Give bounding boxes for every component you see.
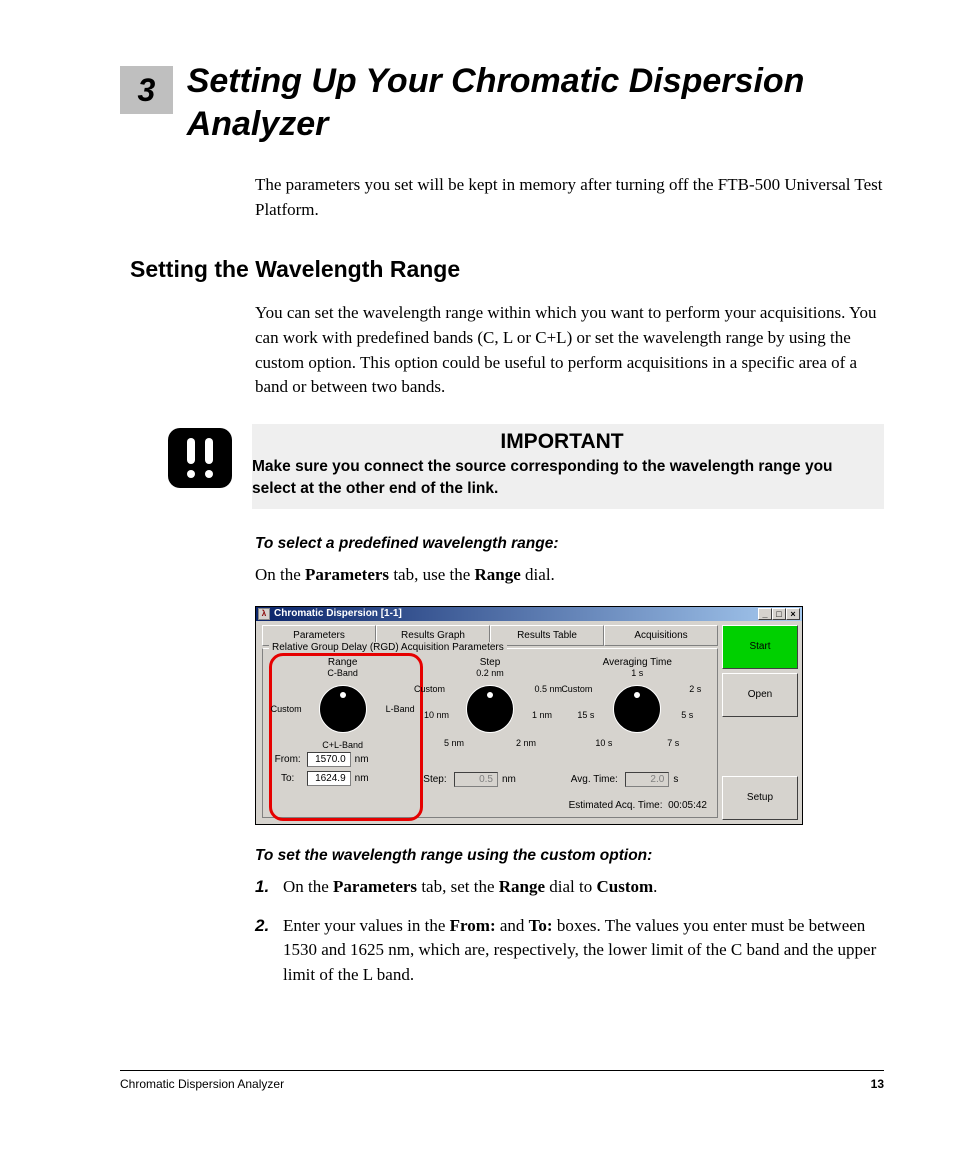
avg-tick-bl: 10 s — [595, 738, 612, 748]
from-unit: nm — [355, 754, 369, 765]
app-icon: λ — [258, 608, 270, 620]
section-heading: Setting the Wavelength Range — [130, 256, 884, 283]
open-button[interactable]: Open — [722, 673, 798, 717]
avg-title: Averaging Time — [567, 657, 707, 668]
range-title: Range — [273, 657, 413, 668]
step-dial[interactable] — [466, 685, 514, 733]
footer-page-number: 13 — [871, 1077, 884, 1091]
step-tick-tr: 0.5 nm — [534, 684, 562, 694]
estimated-time: Estimated Acq. Time: 00:05:42 — [569, 800, 707, 811]
important-heading: IMPORTANT — [252, 430, 872, 454]
important-text: Make sure you connect the source corresp… — [252, 456, 872, 499]
important-icon — [168, 428, 232, 488]
step-tick-left: 10 nm — [424, 710, 449, 720]
section-body: You can set the wavelength range within … — [255, 301, 884, 400]
avg-tick-top: 1 s — [631, 668, 643, 678]
rgd-groupbox: Relative Group Delay (RGD) Acquisition P… — [262, 648, 718, 818]
step-num-1: 1. — [255, 875, 283, 900]
important-callout: IMPORTANT Make sure you connect the sour… — [168, 424, 884, 509]
step-tick-right: 1 nm — [532, 710, 552, 720]
from-label: From: — [273, 754, 303, 765]
chapter-title: Setting Up Your Chromatic Dispersion Ana… — [187, 60, 884, 145]
groupbox-title: Relative Group Delay (RGD) Acquisition P… — [269, 642, 507, 653]
to-unit: nm — [355, 773, 369, 784]
step-label: Step: — [420, 774, 450, 785]
avg-tick-tl: Custom — [561, 684, 592, 694]
range-tick-left: Custom — [271, 704, 302, 714]
intro-paragraph: The parameters you set will be kept in m… — [255, 173, 884, 222]
step-unit: nm — [502, 774, 516, 785]
tab-results-table[interactable]: Results Table — [490, 625, 604, 646]
step-tick-br: 2 nm — [516, 738, 536, 748]
minimize-button[interactable]: _ — [758, 608, 772, 620]
maximize-button[interactable]: □ — [772, 608, 786, 620]
footer-product: Chromatic Dispersion Analyzer — [120, 1077, 284, 1091]
avg-dial[interactable] — [613, 685, 661, 733]
to-input[interactable]: 1624.9 — [307, 771, 351, 786]
chapter-number-box: 3 — [120, 66, 173, 114]
avg-tick-left: 15 s — [577, 710, 594, 720]
avg-unit: s — [673, 774, 678, 785]
step-tick-bl: 5 nm — [444, 738, 464, 748]
avg-label: Avg. Time: — [567, 774, 621, 785]
step-2: 2. Enter your values in the From: and To… — [255, 914, 884, 988]
range-tick-right: L-Band — [386, 704, 415, 714]
range-dial[interactable] — [319, 685, 367, 733]
avg-tick-tr: 2 s — [689, 684, 701, 694]
step-column: Step 0.2 nm Custom 0.5 nm 10 nm 1 nm 5 n… — [420, 657, 560, 787]
chapter-header: 3 Setting Up Your Chromatic Dispersion A… — [120, 60, 884, 145]
range-tick-bottom: C+L-Band — [322, 740, 363, 750]
avg-input[interactable]: 2.0 — [625, 772, 669, 787]
side-panel: Start Open Setup — [722, 623, 800, 822]
step-title: Step — [420, 657, 560, 668]
page-footer: Chromatic Dispersion Analyzer 13 — [120, 1070, 884, 1091]
step-num-2: 2. — [255, 914, 283, 988]
step-tick-tl: Custom — [414, 684, 445, 694]
avg-column: Averaging Time 1 s Custom 2 s 15 s 5 s 1… — [567, 657, 707, 787]
app-screenshot: λ Chromatic Dispersion [1-1] _ □ × Param… — [255, 606, 803, 825]
to-label: To: — [273, 773, 303, 784]
step-1: 1. On the Parameters tab, set the Range … — [255, 875, 884, 900]
procedure2-heading: To set the wavelength range using the cu… — [255, 847, 884, 865]
setup-button[interactable]: Setup — [722, 776, 798, 820]
step-tick-top: 0.2 nm — [476, 668, 504, 678]
avg-tick-br: 7 s — [667, 738, 679, 748]
range-tick-top: C-Band — [327, 668, 358, 678]
step-input[interactable]: 0.5 — [454, 772, 498, 787]
procedure1-line: On the Parameters tab, use the Range dia… — [255, 563, 884, 588]
procedure1-heading: To select a predefined wavelength range: — [255, 535, 884, 553]
window-titlebar: λ Chromatic Dispersion [1-1] _ □ × — [256, 607, 802, 621]
tab-acquisitions[interactable]: Acquisitions — [604, 625, 718, 646]
close-button[interactable]: × — [786, 608, 800, 620]
start-button[interactable]: Start — [722, 625, 798, 669]
avg-tick-right: 5 s — [681, 710, 693, 720]
from-input[interactable]: 1570.0 — [307, 752, 351, 767]
range-column: Range C-Band Custom L-Band C+L-Band From… — [273, 657, 413, 787]
window-title: Chromatic Dispersion [1-1] — [274, 608, 402, 619]
